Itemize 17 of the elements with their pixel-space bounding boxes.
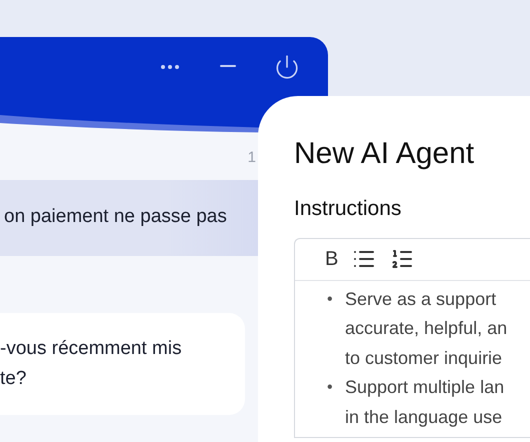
bullet: • bbox=[327, 290, 334, 310]
instruction-text: accurate, helpful, an bbox=[345, 317, 508, 340]
instruction-text: Support multiple lan bbox=[345, 376, 504, 399]
instructions-editor[interactable]: B • Serve as a support accurate, helpful, an to customer inquirie • Support multiple lan in the language use bbox=[294, 238, 530, 438]
instruction-text: to customer inquirie bbox=[345, 346, 502, 370]
message-text: on paiement ne passe pas bbox=[3, 205, 227, 230]
section-heading: Instructions bbox=[294, 196, 402, 222]
instruction-text: Serve as a support bbox=[345, 288, 496, 311]
instruction-text: in the language use bbox=[345, 406, 502, 429]
numbered-list-icon[interactable] bbox=[390, 247, 414, 271]
panel-title: New AI Agent bbox=[294, 136, 474, 172]
message-text: -vous récemment mis bbox=[0, 336, 182, 360]
bullet: • bbox=[327, 378, 334, 398]
power-icon[interactable] bbox=[274, 54, 300, 80]
message-time: 1 bbox=[248, 148, 256, 168]
message-text: te? bbox=[0, 366, 26, 390]
bold-button[interactable]: B bbox=[325, 244, 338, 274]
